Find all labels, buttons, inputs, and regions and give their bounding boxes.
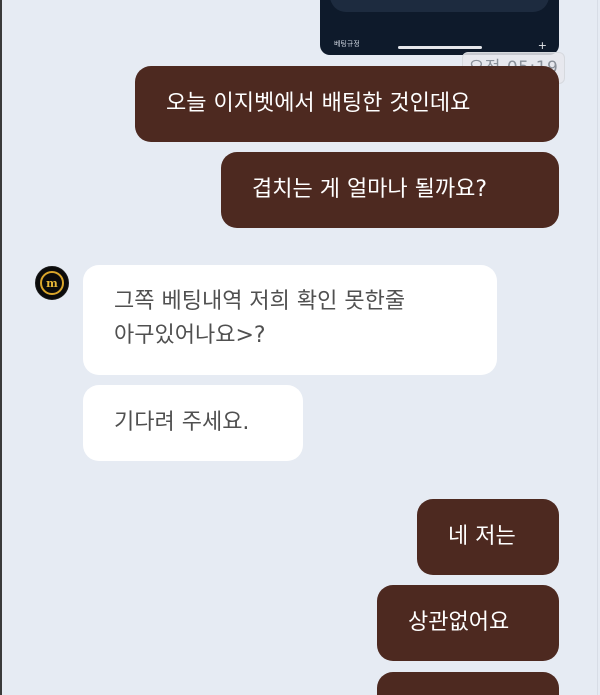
left-border [0, 0, 2, 695]
thumbnail-plus-icon: + [537, 39, 547, 52]
outgoing-message-partial[interactable] [377, 672, 559, 695]
attached-screenshot-thumbnail[interactable]: 베팅규정 + [320, 0, 559, 55]
message-text-line: 그쪽 베팅내역 저희 확인 못한줄 [114, 289, 406, 314]
outgoing-message[interactable]: 겹치는 게 얼마나 될까요? [221, 152, 559, 228]
thumbnail-top-bar [330, 0, 549, 12]
message-text: 겹치는 게 얼마나 될까요? [252, 177, 488, 202]
message-text: 상관없어요 [408, 610, 510, 635]
message-text: 기다려 주세요. [114, 410, 250, 435]
outgoing-message[interactable]: 네 저는 [417, 499, 559, 575]
brand-logo-icon: m [40, 271, 64, 295]
outgoing-message[interactable]: 오늘 이지벳에서 배팅한 것인데요 [135, 66, 559, 142]
thumbnail-home-indicator [398, 46, 482, 49]
incoming-message[interactable]: 기다려 주세요. [83, 385, 303, 461]
chat-window: 베팅규정 + 오전 05:19 오늘 이지벳에서 배팅한 것인데요 겹치는 게 … [0, 0, 600, 695]
right-border [597, 0, 598, 695]
message-text-line: 아구있어나요>? [114, 323, 266, 348]
incoming-message[interactable]: 그쪽 베팅내역 저희 확인 못한줄 아구있어나요>? [83, 265, 497, 375]
message-text: 오늘 이지벳에서 배팅한 것인데요 [166, 91, 471, 116]
thumbnail-label: 베팅규정 [334, 40, 360, 48]
sender-avatar[interactable]: m [35, 266, 69, 300]
outgoing-message[interactable]: 상관없어요 [377, 585, 559, 661]
message-text: 네 저는 [448, 524, 516, 549]
